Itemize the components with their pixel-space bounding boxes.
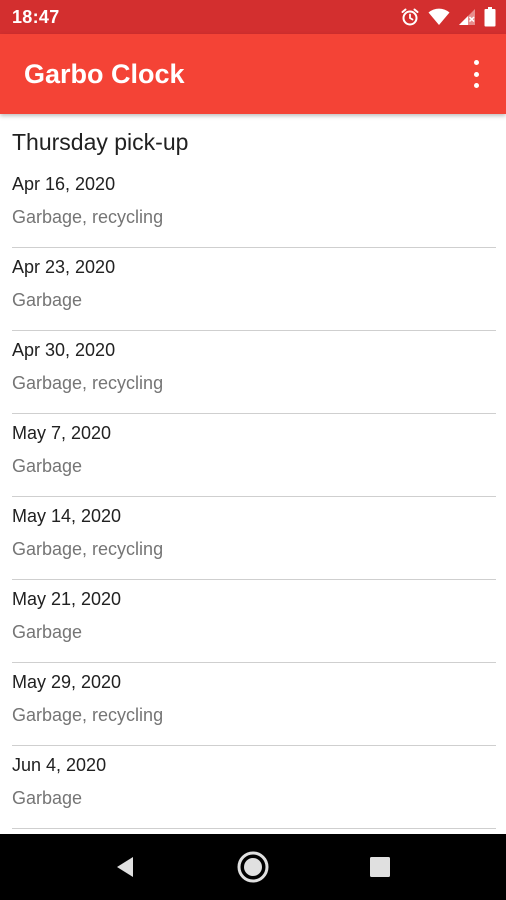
pickup-date: Apr 30, 2020 (12, 340, 116, 360)
status-icons (400, 6, 496, 28)
list-item[interactable]: May 21, 2020 Garbage (12, 581, 496, 663)
pickup-date: May 14, 2020 (12, 506, 122, 526)
alarm-icon (400, 7, 420, 27)
pickup-date: Apr 16, 2020 (12, 174, 116, 194)
menu-dot (473, 83, 479, 88)
list-item[interactable]: Apr 30, 2020 Garbage, recycling (12, 332, 496, 414)
pickup-date: May 7, 2020 (12, 423, 112, 443)
app-title: Garbo Clock (24, 59, 185, 89)
pickup-list: Apr 16, 2020 Garbage, recycling Apr 23, … (12, 166, 496, 829)
menu-dot (473, 71, 479, 77)
back-icon[interactable] (108, 850, 142, 884)
pickup-date: May 29, 2020 (12, 672, 122, 692)
pickup-type: Garbage, recycling (12, 705, 164, 725)
pickup-type: Garbage, recycling (12, 207, 164, 227)
pickup-date: Apr 23, 2020 (12, 257, 116, 277)
list-item[interactable]: May 14, 2020 Garbage, recycling (12, 498, 496, 580)
app-bar: Garbo Clock (0, 34, 506, 114)
menu-dot (473, 60, 479, 65)
signal-icon (458, 8, 476, 26)
wifi-icon (428, 8, 450, 26)
battery-icon (484, 7, 496, 27)
home-icon[interactable] (236, 850, 270, 884)
pickup-type: Garbage, recycling (12, 373, 164, 393)
pickup-type: Garbage (12, 290, 83, 310)
list-item[interactable]: May 29, 2020 Garbage, recycling (12, 664, 496, 746)
pickup-date: Jun 4, 2020 (12, 755, 107, 775)
list-item[interactable]: Jun 4, 2020 Garbage (12, 747, 496, 829)
recents-icon[interactable] (363, 850, 397, 884)
pickup-type: Garbage, recycling (12, 539, 164, 559)
pickup-type: Garbage (12, 456, 83, 476)
list-item[interactable]: Apr 16, 2020 Garbage, recycling (12, 166, 496, 248)
more-vert-icon[interactable] (464, 60, 488, 88)
status-time: 18:47 (12, 7, 60, 27)
status-bar: 18:47 (0, 0, 506, 34)
pickup-type: Garbage (12, 788, 83, 808)
pickup-type: Garbage (12, 622, 83, 642)
screen: 18:47 Garbo Clock Thursday pick-up Apr 1… (0, 0, 506, 900)
main-content: Thursday pick-up Apr 16, 2020 Garbage, r… (0, 114, 506, 834)
schedule-title: Thursday pick-up (12, 129, 189, 155)
list-item[interactable]: Apr 23, 2020 Garbage (12, 249, 496, 331)
navigation-bar (0, 834, 506, 900)
pickup-date: May 21, 2020 (12, 589, 122, 609)
list-item[interactable]: May 7, 2020 Garbage (12, 415, 496, 497)
